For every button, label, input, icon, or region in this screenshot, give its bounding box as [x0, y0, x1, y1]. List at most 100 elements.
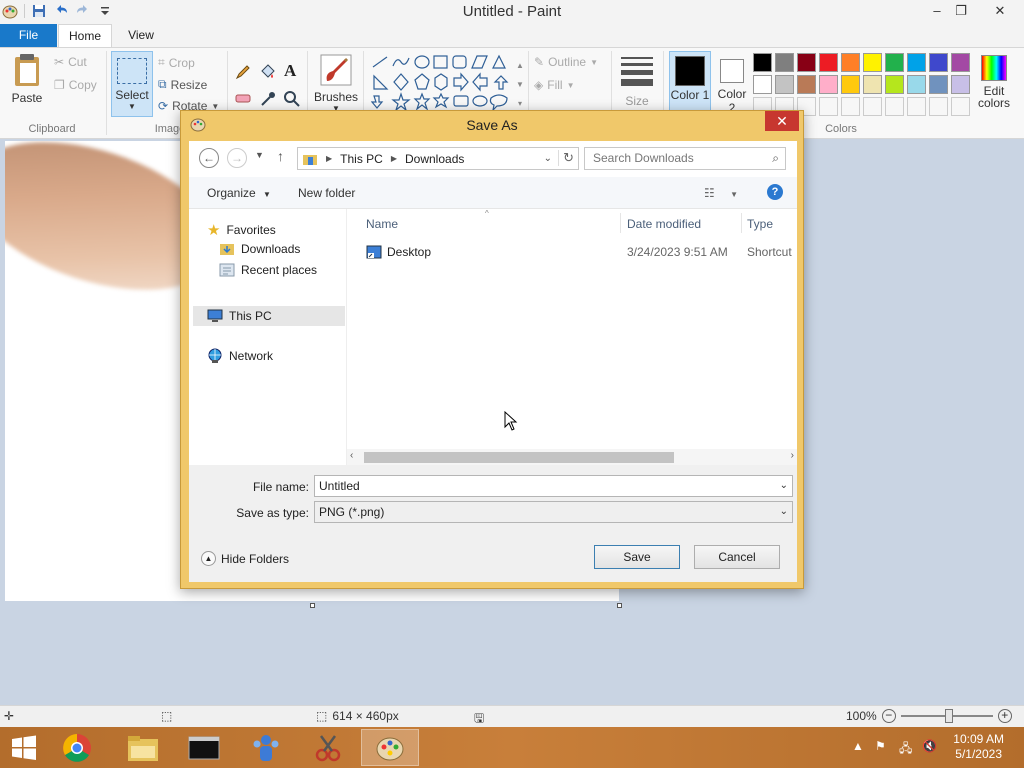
color1-button[interactable]: Color 1: [669, 51, 711, 113]
tab-view[interactable]: View: [116, 24, 166, 47]
crop-button[interactable]: ⌗ Crop: [158, 55, 195, 70]
palette-swatch[interactable]: [819, 97, 838, 116]
search-input[interactable]: Search Downloads ⌕: [584, 147, 786, 170]
palette-swatch[interactable]: [929, 97, 948, 116]
column-date-modified[interactable]: Date modified: [627, 217, 701, 231]
flag-icon[interactable]: ⚑: [875, 739, 886, 753]
zoom-slider[interactable]: [900, 709, 993, 723]
taskbar-cmd[interactable]: [175, 729, 233, 766]
palette-swatch[interactable]: [863, 97, 882, 116]
column-type[interactable]: Type: [747, 217, 773, 231]
brushes-button[interactable]: Brushes ▼: [313, 53, 359, 113]
fill-button[interactable]: ◈ Fill ▼: [534, 78, 574, 92]
address-bar[interactable]: ▶ This PC ▶ Downloads ⌄ ↻: [297, 147, 579, 170]
cut-button[interactable]: ✂ Cut: [54, 55, 87, 69]
back-button[interactable]: ←: [199, 148, 219, 168]
select-button[interactable]: Select ▼: [111, 51, 153, 117]
palette-swatch[interactable]: [863, 75, 882, 94]
palette-swatch[interactable]: [929, 53, 948, 72]
breadcrumb-this-pc[interactable]: This PC: [340, 152, 383, 166]
edit-colors-button[interactable]: Edit colors: [975, 53, 1013, 109]
cancel-button[interactable]: Cancel: [694, 545, 780, 569]
taskbar-snipping-tool[interactable]: [299, 729, 357, 766]
tab-home[interactable]: Home: [58, 24, 112, 48]
palette-swatch[interactable]: [797, 75, 816, 94]
dialog-close-button[interactable]: ✕: [765, 111, 799, 131]
palette-swatch[interactable]: [951, 97, 970, 116]
close-button[interactable]: ✕: [985, 0, 1015, 22]
forward-button[interactable]: →: [227, 148, 247, 168]
palette-swatch[interactable]: [775, 53, 794, 72]
color-picker-icon[interactable]: [259, 90, 277, 108]
palette-swatch[interactable]: [885, 53, 904, 72]
view-options-button[interactable]: ☷ ▼: [704, 186, 738, 200]
outline-button[interactable]: ✎ Outline ▼: [534, 55, 598, 69]
palette-swatch[interactable]: [907, 97, 926, 116]
column-divider[interactable]: [741, 213, 742, 233]
hide-folders-button[interactable]: ▲ Hide Folders: [201, 551, 289, 566]
file-row[interactable]: Desktop 3/24/2023 9:51 AM Shortcut: [347, 241, 797, 263]
palette-swatch[interactable]: [885, 75, 904, 94]
palette-swatch[interactable]: [797, 53, 816, 72]
nav-network[interactable]: Network: [207, 348, 273, 364]
restore-button[interactable]: ❐: [946, 0, 976, 22]
scroll-right-icon[interactable]: ›: [791, 450, 794, 461]
palette-swatch[interactable]: [753, 53, 772, 72]
palette-swatch[interactable]: [885, 97, 904, 116]
breadcrumb-downloads[interactable]: Downloads: [405, 152, 464, 166]
zoom-slider-thumb[interactable]: [944, 709, 953, 723]
tab-file[interactable]: File: [0, 24, 57, 47]
clock[interactable]: 10:09 AM 5/1/2023: [953, 732, 1004, 762]
network-icon[interactable]: 🖧: [899, 739, 912, 760]
nav-this-pc[interactable]: This PC: [193, 306, 345, 326]
chevron-down-icon[interactable]: ⌄: [780, 502, 788, 522]
shapes-gallery[interactable]: [371, 54, 519, 114]
save-button[interactable]: Save: [594, 545, 680, 569]
taskbar-file-explorer[interactable]: [114, 729, 172, 766]
palette-swatch[interactable]: [907, 75, 926, 94]
scrollbar-thumb[interactable]: [364, 452, 674, 463]
shapes-scroll[interactable]: ▲ ▼ ▾: [515, 56, 525, 112]
help-icon[interactable]: ?: [767, 184, 783, 200]
fill-bucket-icon[interactable]: [258, 63, 276, 81]
nav-favorites[interactable]: ★ Favorites: [207, 221, 276, 239]
up-button[interactable]: ↑: [277, 148, 284, 164]
nav-recent-places[interactable]: Recent places: [219, 263, 317, 277]
palette-swatch[interactable]: [951, 53, 970, 72]
taskbar-chrome[interactable]: [48, 729, 106, 766]
palette-swatch[interactable]: [753, 75, 772, 94]
show-hidden-icons[interactable]: ▲: [852, 739, 864, 753]
color2-button[interactable]: Color 2: [713, 51, 751, 113]
palette-swatch[interactable]: [951, 75, 970, 94]
file-name-field[interactable]: Untitled ⌄: [314, 475, 793, 497]
copy-button[interactable]: ❐ Copy: [54, 78, 97, 92]
size-button[interactable]: Size: [617, 53, 657, 108]
pencil-icon[interactable]: [234, 63, 252, 81]
text-tool-icon[interactable]: A: [284, 61, 296, 81]
palette-swatch[interactable]: [819, 75, 838, 94]
taskbar-paint[interactable]: [361, 729, 419, 766]
recent-locations-button[interactable]: ▼: [255, 150, 264, 160]
resize-button[interactable]: ⧉ Resize: [158, 77, 207, 92]
palette-swatch[interactable]: [841, 53, 860, 72]
taskbar-network-app[interactable]: [237, 729, 295, 766]
resize-handle-bottom[interactable]: [310, 603, 315, 608]
column-divider[interactable]: [620, 213, 621, 233]
zoom-out-button[interactable]: −: [881, 709, 896, 723]
resize-handle-corner[interactable]: [617, 603, 622, 608]
palette-swatch[interactable]: [775, 75, 794, 94]
chevron-down-icon[interactable]: ⌄: [780, 476, 788, 496]
horizontal-scrollbar[interactable]: ‹ ›: [347, 449, 797, 465]
new-folder-button[interactable]: New folder: [298, 186, 355, 200]
palette-swatch[interactable]: [841, 75, 860, 94]
zoom-in-button[interactable]: +: [997, 709, 1012, 723]
start-button[interactable]: [0, 729, 48, 766]
save-as-type-select[interactable]: PNG (*.png) ⌄: [314, 501, 793, 523]
palette-swatch[interactable]: [841, 97, 860, 116]
volume-muted-icon[interactable]: 🔇: [922, 739, 937, 753]
nav-downloads[interactable]: Downloads: [219, 242, 300, 256]
palette-swatch[interactable]: [819, 53, 838, 72]
refresh-icon[interactable]: ↻: [558, 150, 574, 166]
organize-button[interactable]: Organize ▼: [207, 186, 271, 200]
address-dropdown-icon[interactable]: ⌄: [544, 153, 552, 164]
